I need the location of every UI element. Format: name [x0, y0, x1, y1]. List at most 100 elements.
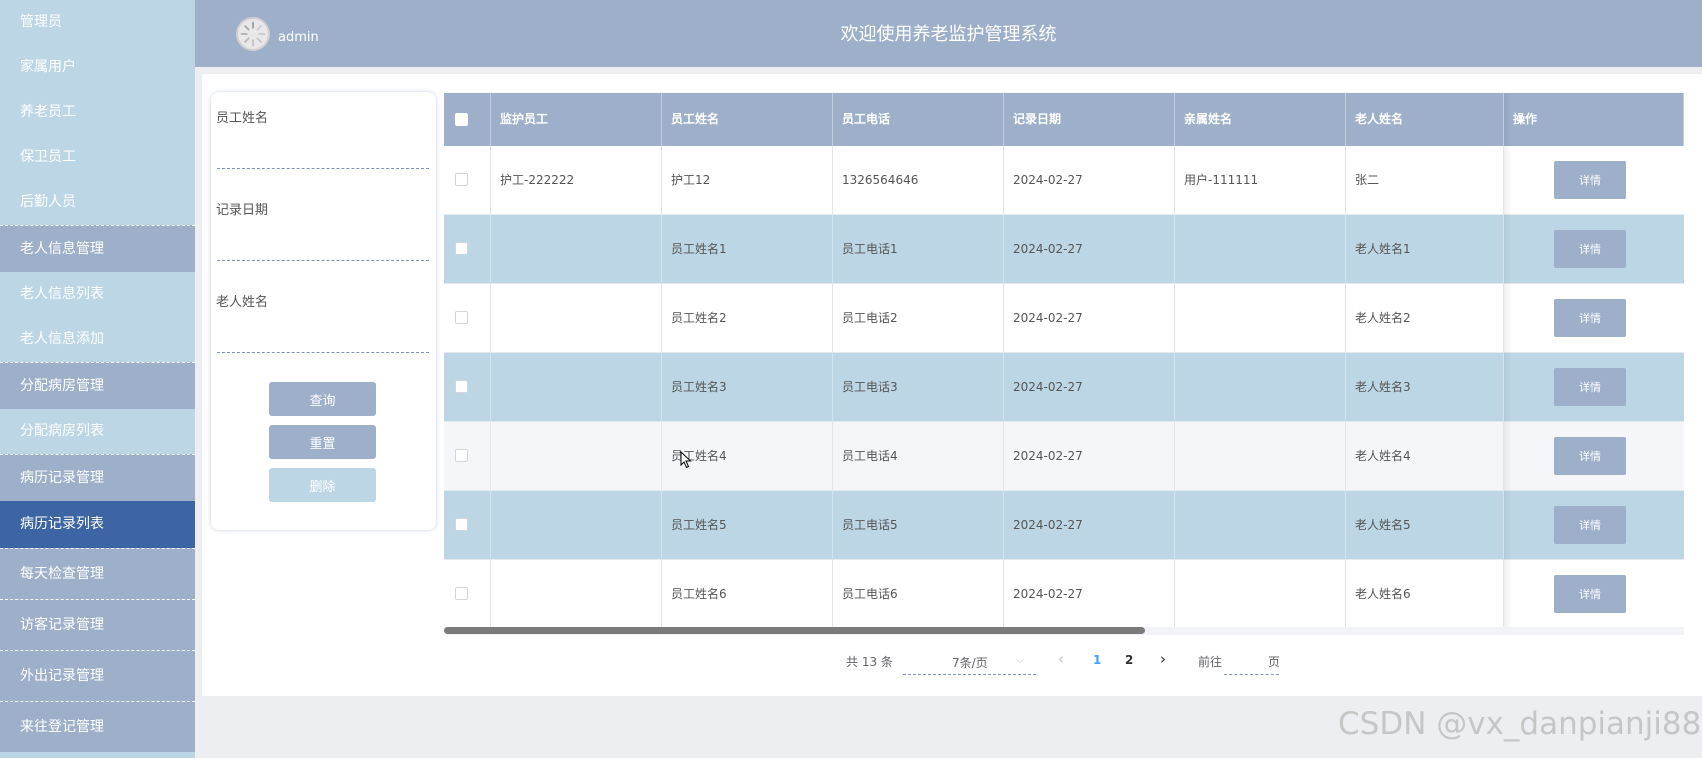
- table-row[interactable]: 员工姓名6 员工电话6 2024-02-27 老人姓名6 详情: [444, 560, 1684, 629]
- sidebar-item-12[interactable]: 每天检查管理: [0, 548, 195, 599]
- table-cell-guardian: 护工-222222: [491, 146, 662, 215]
- sidebar-item-10[interactable]: 病历记录管理: [0, 454, 195, 501]
- table-cell-relative-name: [1175, 491, 1346, 560]
- detail-button[interactable]: 详情: [1554, 299, 1626, 337]
- row-checkbox[interactable]: [455, 242, 468, 255]
- watermark: CSDN @vx_danpianji889: [1338, 706, 1702, 742]
- table-cell-actions: 详情: [1504, 560, 1684, 629]
- table-cell-elder-name: 张二: [1346, 146, 1504, 215]
- table-row[interactable]: 员工姓名5 员工电话5 2024-02-27 老人姓名5 详情: [444, 491, 1684, 560]
- detail-button[interactable]: 详情: [1554, 230, 1626, 268]
- reset-button[interactable]: 重置: [269, 425, 376, 459]
- table-cell-employee-phone: 员工电话6: [833, 560, 1004, 629]
- table-cell-employee-name: 员工姓名1: [662, 215, 833, 284]
- column-header-5: 老人姓名: [1346, 93, 1504, 146]
- elder-name-label: 老人姓名: [216, 295, 269, 310]
- row-checkbox[interactable]: [455, 173, 468, 186]
- sidebar-item-8[interactable]: 分配病房管理: [0, 362, 195, 409]
- table-cell-employee-phone: 员工电话4: [833, 422, 1004, 491]
- header-checkbox-cell: [444, 93, 491, 146]
- page-size-select[interactable]: 7条/页 ⌵: [903, 647, 1036, 675]
- table-cell-relative-name: [1175, 284, 1346, 353]
- sidebar-item-0[interactable]: 管理员: [0, 0, 195, 45]
- sidebar-item-3[interactable]: 保卫员工: [0, 135, 195, 180]
- fixed-column-shadow: [1504, 93, 1512, 627]
- record-date-input[interactable]: [217, 231, 429, 261]
- sidebar-item-9[interactable]: 分配病房列表: [0, 409, 195, 454]
- table-cell-elder-name: 老人姓名5: [1346, 491, 1504, 560]
- page-2[interactable]: 2: [1125, 653, 1133, 667]
- horizontal-scrollbar-thumb[interactable]: [444, 627, 1145, 634]
- sidebar-item-4[interactable]: 后勤人员: [0, 180, 195, 225]
- query-button[interactable]: 查询: [269, 382, 376, 416]
- table-row[interactable]: 员工姓名2 员工电话2 2024-02-27 老人姓名2 详情: [444, 284, 1684, 353]
- goto-label: 前往: [1198, 655, 1223, 669]
- row-checkbox[interactable]: [455, 449, 468, 462]
- elder-name-input[interactable]: [217, 323, 429, 353]
- select-all-checkbox[interactable]: [455, 113, 468, 126]
- row-checkbox[interactable]: [455, 518, 468, 531]
- sidebar-item-14[interactable]: 外出记录管理: [0, 650, 195, 701]
- table-cell-record-date: 2024-02-27: [1004, 353, 1175, 422]
- row-checkbox[interactable]: [455, 587, 468, 600]
- table-cell-employee-phone: 1326564646: [833, 146, 1004, 215]
- table-cell-employee-name: 员工姓名6: [662, 560, 833, 629]
- detail-button[interactable]: 详情: [1554, 575, 1626, 613]
- row-checkbox-cell: [444, 422, 491, 491]
- sidebar-item-7[interactable]: 老人信息添加: [0, 317, 195, 362]
- table-cell-employee-name: 员工姓名2: [662, 284, 833, 353]
- table-cell-actions: 详情: [1504, 422, 1684, 491]
- page-1[interactable]: 1: [1093, 653, 1101, 667]
- table-cell-relative-name: 用户-111111: [1175, 146, 1346, 215]
- sidebar-item-2[interactable]: 养老员工: [0, 90, 195, 135]
- row-checkbox-cell: [444, 560, 491, 629]
- row-checkbox[interactable]: [455, 311, 468, 324]
- column-header-4: 亲属姓名: [1175, 93, 1346, 146]
- table-cell-employee-name: 员工姓名5: [662, 491, 833, 560]
- table-row[interactable]: 员工姓名3 员工电话3 2024-02-27 老人姓名3 详情: [444, 353, 1684, 422]
- column-header-2: 员工电话: [833, 93, 1004, 146]
- delete-button[interactable]: 删除: [269, 468, 376, 502]
- table-cell-record-date: 2024-02-27: [1004, 560, 1175, 629]
- sidebar-item-6[interactable]: 老人信息列表: [0, 272, 195, 317]
- row-checkbox-cell: [444, 284, 491, 353]
- sidebar-item-15[interactable]: 来往登记管理: [0, 701, 195, 752]
- table-cell-record-date: 2024-02-27: [1004, 422, 1175, 491]
- table-cell-relative-name: [1175, 353, 1346, 422]
- table-cell-guardian: [491, 491, 662, 560]
- row-checkbox[interactable]: [455, 380, 468, 393]
- row-checkbox-cell: [444, 146, 491, 215]
- table-cell-relative-name: [1175, 560, 1346, 629]
- sidebar-item-5[interactable]: 老人信息管理: [0, 225, 195, 272]
- column-header-3: 记录日期: [1004, 93, 1175, 146]
- next-page-icon[interactable]: ›: [1160, 650, 1166, 668]
- sidebar: 管理员 家属用户 养老员工 保卫员工 后勤人员 老人信息管理 老人信息列表 老人信息添加 分配病…: [0, 0, 195, 758]
- table-row[interactable]: 员工姓名1 员工电话1 2024-02-27 老人姓名1 详情: [444, 215, 1684, 284]
- detail-button[interactable]: 详情: [1554, 368, 1626, 406]
- header-divider: [195, 67, 1702, 73]
- table-cell-record-date: 2024-02-27: [1004, 284, 1175, 353]
- sidebar-item-1[interactable]: 家属用户: [0, 45, 195, 90]
- employee-name-input[interactable]: [217, 139, 429, 169]
- column-header-6: 操作: [1504, 93, 1684, 146]
- mouse-cursor-icon: [680, 451, 692, 469]
- table-cell-guardian: [491, 353, 662, 422]
- table-cell-guardian: [491, 560, 662, 629]
- detail-button[interactable]: 详情: [1554, 161, 1626, 199]
- table-row[interactable]: 护工-222222 护工12 1326564646 2024-02-27 用户-1111…: [444, 146, 1684, 215]
- table-cell-employee-name: 员工姓名3: [662, 353, 833, 422]
- detail-button[interactable]: 详情: [1554, 437, 1626, 475]
- table-cell-employee-phone: 员工电话3: [833, 353, 1004, 422]
- page-unit-label: 页: [1268, 655, 1281, 669]
- detail-button[interactable]: 详情: [1554, 506, 1626, 544]
- sidebar-item-11[interactable]: 病历记录列表: [0, 501, 195, 548]
- sidebar-item-13[interactable]: 访客记录管理: [0, 599, 195, 650]
- table-cell-elder-name: 老人姓名1: [1346, 215, 1504, 284]
- system-title: 欢迎使用养老监护管理系统: [840, 24, 1057, 45]
- table-cell-employee-phone: 员工电话2: [833, 284, 1004, 353]
- table-row[interactable]: 员工姓名4 员工电话4 2024-02-27 老人姓名4 详情: [444, 422, 1684, 491]
- table-cell-record-date: 2024-02-27: [1004, 215, 1175, 284]
- table-cell-record-date: 2024-02-27: [1004, 491, 1175, 560]
- prev-page-icon[interactable]: ‹: [1058, 650, 1064, 668]
- table-cell-actions: 详情: [1504, 215, 1684, 284]
